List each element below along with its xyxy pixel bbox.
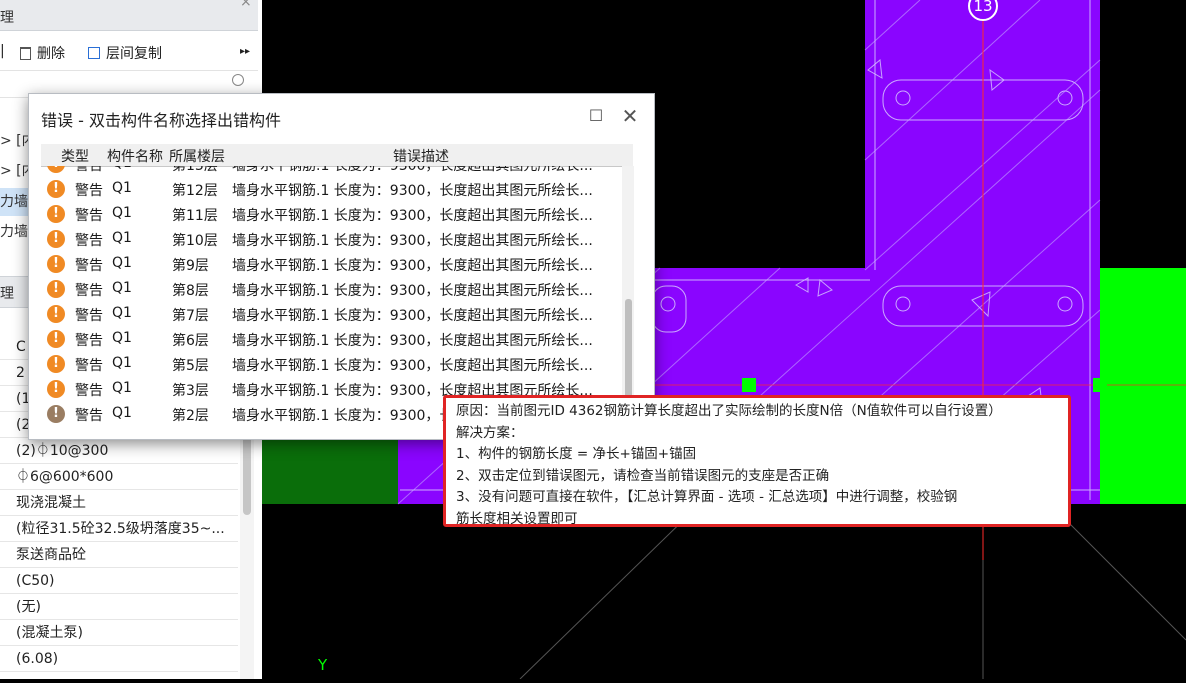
table-row[interactable]: ! 警告 Q1 第6层 墙身水平钢筋.1 长度为：9300，长度超出其图元所绘长… <box>41 327 633 352</box>
property-value[interactable]: (6.08) <box>0 646 238 672</box>
delete-button[interactable]: 删除 <box>20 43 65 63</box>
tooltip-line: 1、构件的钢筋长度 = 净长+锚固+锚固 <box>456 446 697 462</box>
y-axis-label: Y <box>318 656 328 674</box>
col-type[interactable]: 类型 <box>61 146 89 166</box>
col-name[interactable]: 构件名称 <box>107 146 163 166</box>
grip-point <box>1093 378 1107 392</box>
search-icon[interactable] <box>232 74 244 86</box>
warning-icon: ! <box>47 355 65 373</box>
error-table-header: 类型 构件名称 所属楼层 错误描述 <box>41 144 633 167</box>
table-row[interactable]: ! 警告 Q1 第13层 墙身水平钢筋.1 长度为：9300，长度超出其图元所绘… <box>41 166 633 177</box>
close-icon[interactable]: × <box>240 0 252 10</box>
warning-icon: ! <box>47 230 65 248</box>
tooltip-line: 筋长度相关设置即可 <box>456 510 578 527</box>
tooltip-line: 3、没有问题可直接在软件，【汇总计算界面 - 选项 - 汇总选项】中进行调整，校… <box>456 489 958 505</box>
delete-label: 删除 <box>37 46 65 62</box>
property-value[interactable]: 泵送商品砼 <box>0 542 238 568</box>
tooltip-line: 2、双击定位到错误图元，请检查当前错误图元的支座是否正确 <box>456 467 830 484</box>
grip-point <box>742 378 756 392</box>
error-dialog: 错误 - 双击构件名称选择出错构件 ☐ ✕ 类型 构件名称 所属楼层 错误描述 … <box>28 93 655 440</box>
trash-icon <box>20 47 31 60</box>
table-row[interactable]: ! 警告 Q1 第11层 墙身水平钢筋.1 长度为：9300，长度超出其图元所绘… <box>41 202 633 227</box>
col-desc[interactable]: 错误描述 <box>393 146 449 166</box>
close-icon[interactable]: ✕ <box>618 104 642 128</box>
tooltip-line: 原因：当前图元ID 4362钢筋计算长度超出了实际绘制的长度N倍（N值软件可以自… <box>456 403 1002 419</box>
error-table-body: ! 警告 Q1 第13层 墙身水平钢筋.1 长度为：9300，长度超出其图元所绘… <box>41 166 633 428</box>
warning-icon: ! <box>47 166 65 173</box>
table-row[interactable]: ! 警告 Q1 第10层 墙身水平钢筋.1 长度为：9300，长度超出其图元所绘… <box>41 227 633 252</box>
property-value[interactable]: (C50) <box>0 568 238 594</box>
axis-number: 13 <box>973 0 993 15</box>
property-value[interactable]: (粒径31.5砼32.5级坍落度35~... <box>0 516 238 542</box>
tooltip-line: 解决方案： <box>456 424 524 441</box>
panel-toolbar: | 删除 层间复制 ▸▸ <box>0 36 258 68</box>
warning-icon: ! <box>47 255 65 273</box>
warning-icon: ! <box>47 380 65 398</box>
error-explanation-tooltip: 原因：当前图元ID 4362钢筋计算长度超出了实际绘制的长度N倍（N值软件可以自… <box>443 395 1071 527</box>
warning-icon: ! <box>47 330 65 348</box>
copy-floor-label: 层间复制 <box>106 46 162 62</box>
property-value[interactable]: (混凝土泵) <box>0 620 238 646</box>
table-row[interactable]: ! 警告 Q1 第5层 墙身水平钢筋.1 长度为：9300，长度超出其图元所绘长… <box>41 352 633 377</box>
property-value[interactable]: 现浇混凝土 <box>0 490 238 516</box>
table-row[interactable]: ! 警告 Q1 第7层 墙身水平钢筋.1 长度为：9300，长度超出其图元所绘长… <box>41 302 633 327</box>
more-icon[interactable]: ▸▸ <box>240 46 250 57</box>
table-row[interactable]: ! 警告 Q1 第12层 墙身水平钢筋.1 长度为：9300，长度超出其图元所绘… <box>41 177 633 202</box>
green-column-right <box>1100 268 1186 504</box>
warning-icon: ! <box>47 305 65 323</box>
copy-floor-button[interactable]: 层间复制 <box>88 43 162 63</box>
property-tab-label[interactable]: 理 <box>0 283 14 303</box>
warning-icon: ! <box>47 180 65 198</box>
warning-icon: ! <box>47 280 65 298</box>
maximize-icon[interactable]: ☐ <box>584 104 608 128</box>
dialog-scrollbar-thumb[interactable] <box>625 299 632 409</box>
property-value[interactable]: (2)⏀10@300 <box>0 438 238 464</box>
dialog-title: 错误 - 双击构件名称选择出错构件 <box>41 111 281 130</box>
property-value[interactable]: ⏀6@600*600 <box>0 464 238 490</box>
dark-green-block <box>262 440 398 504</box>
copy-icon <box>88 47 100 59</box>
toolbar-separator: | <box>0 43 5 59</box>
tab-label[interactable]: 理 <box>0 7 14 27</box>
table-row[interactable]: ! 警告 Q1 第9层 墙身水平钢筋.1 长度为：9300，长度超出其图元所绘长… <box>41 252 633 277</box>
warning-icon: ! <box>47 405 65 423</box>
col-floor[interactable]: 所属楼层 <box>169 146 225 166</box>
warning-icon: ! <box>47 205 65 223</box>
property-value[interactable]: (无) <box>0 594 238 620</box>
panel-tab-strip: 理 × <box>0 0 258 31</box>
table-row[interactable]: ! 警告 Q1 第8层 墙身水平钢筋.1 长度为：9300，长度超出其图元所绘长… <box>41 277 633 302</box>
